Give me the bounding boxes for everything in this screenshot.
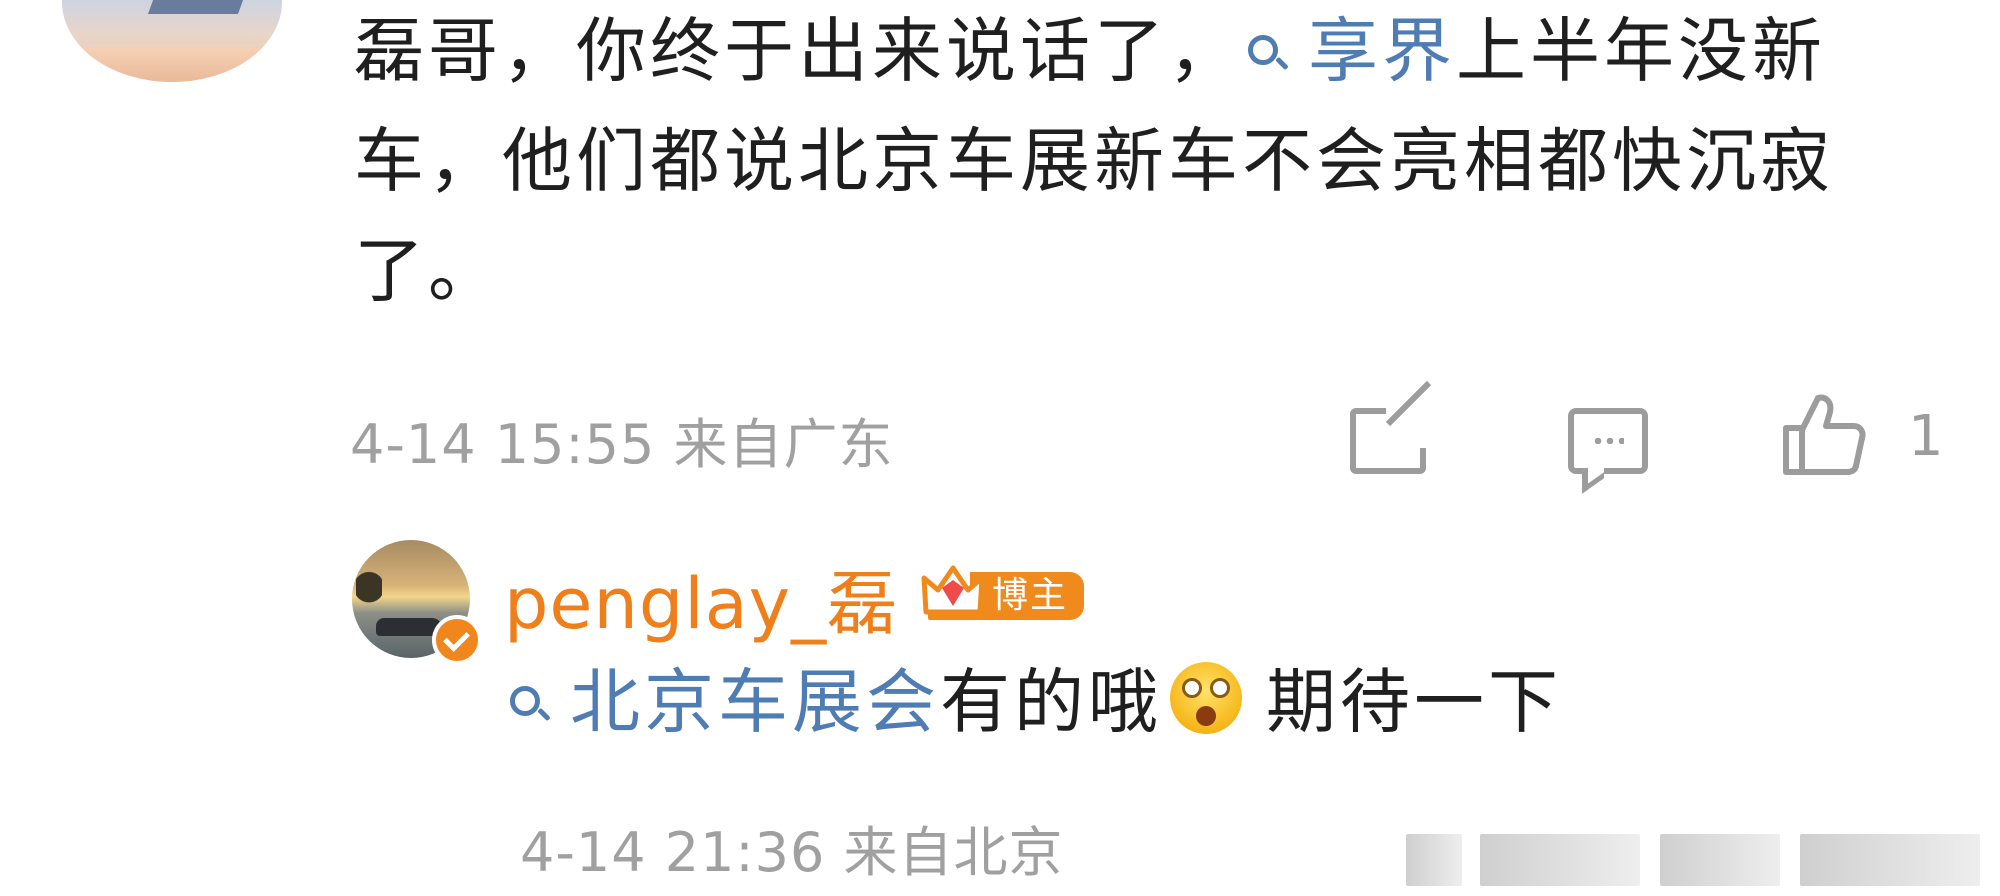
reply-username[interactable]: penglay_磊	[504, 548, 898, 649]
emoji-mouth	[1196, 706, 1216, 726]
topic-link[interactable]: 享界	[1242, 10, 1456, 92]
reply-topic-label: 北京车展会	[570, 661, 940, 743]
strip-segment	[1800, 834, 1980, 886]
blogger-badge: 博主	[970, 572, 1085, 620]
reply-body: 北京车展会有的哦 期待一下	[504, 652, 1562, 752]
reply-timestamp: 4-14 21:36	[520, 821, 826, 884]
emoji-eye	[1210, 678, 1230, 698]
search-icon	[510, 686, 552, 728]
reply-text-part2: 期待一下	[1266, 661, 1562, 743]
share-arrow	[1386, 400, 1434, 448]
strip-segment	[1406, 834, 1462, 886]
thumbs-up-icon[interactable]	[1780, 392, 1866, 478]
strip-segment	[1660, 834, 1780, 886]
comment-icon[interactable]	[1568, 408, 1648, 474]
comment-meta: 4-14 15:55 来自广东	[350, 400, 894, 479]
topic-link-label: 享界	[1308, 10, 1456, 92]
cute-surprised-emoji	[1170, 662, 1242, 734]
avatar-scenery	[147, 0, 247, 14]
like-count: 1	[1908, 404, 1944, 469]
comment-body: 磊哥，你终于出来说话了， 享界上半年没新车，他们都说北京车展新车不会亮相都快沉寂了…	[354, 0, 1914, 326]
reply-topic-link[interactable]: 北京车展会	[504, 661, 940, 743]
share-icon[interactable]	[1350, 400, 1434, 474]
comment-text-part1: 磊哥，你终于出来说话了，	[354, 10, 1242, 92]
search-icon	[1248, 35, 1290, 77]
reply-location: 来自北京	[843, 821, 1064, 884]
weibo-comment-thread: 磊哥，你终于出来说话了， 享界上半年没新车，他们都说北京车展新车不会亮相都快沉寂了…	[0, 0, 2000, 896]
strip-segment	[1480, 834, 1640, 886]
verified-check-icon	[432, 615, 482, 665]
avatar-scenery	[356, 564, 382, 622]
avatar-scenery-shore	[62, 48, 282, 82]
emoji-eye	[1182, 678, 1202, 698]
comment-location: 来自广东	[673, 413, 894, 476]
comment-timestamp: 4-14 15:55	[350, 413, 656, 476]
crown-icon	[921, 565, 985, 620]
reply-text-part1: 有的哦	[940, 661, 1162, 743]
commenter-avatar[interactable]	[62, 0, 282, 82]
reply-meta: 4-14 21:36 来自北京	[520, 808, 1064, 887]
reply-actions-cutoff	[1400, 812, 1990, 896]
